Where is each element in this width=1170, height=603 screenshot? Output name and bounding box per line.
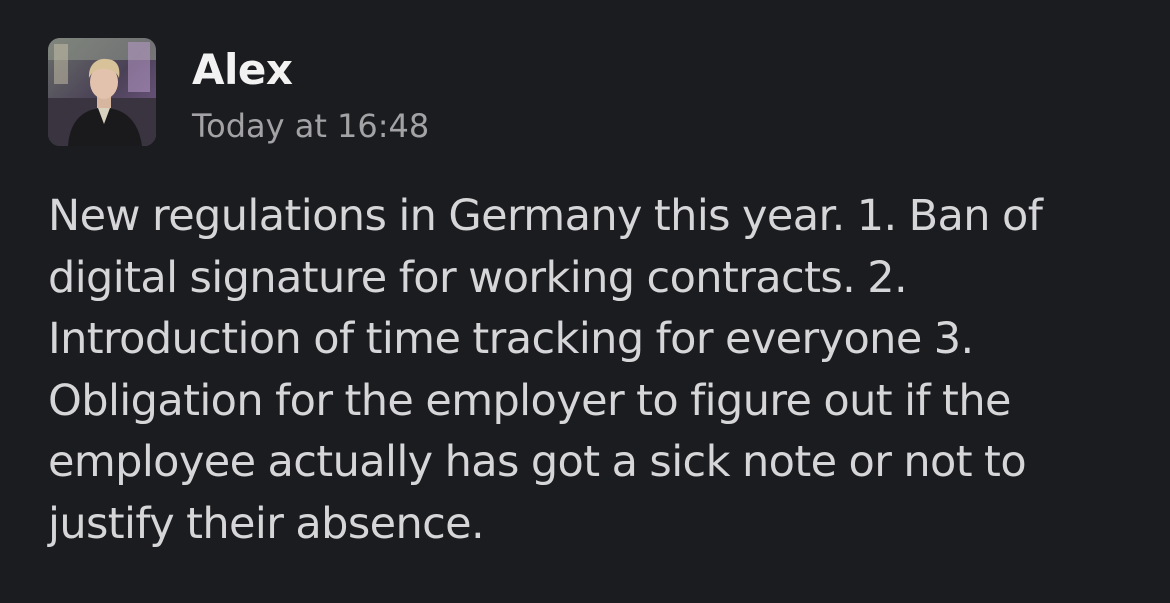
message-timestamp[interactable]: Today at 16:48 xyxy=(192,106,429,146)
message: Alex Today at 16:48 New regulations in G… xyxy=(0,0,1170,603)
avatar[interactable] xyxy=(48,38,156,146)
sender-name[interactable]: Alex xyxy=(192,44,293,96)
user-photo-avatar-icon xyxy=(48,38,156,146)
message-text: New regulations in Germany this year. 1.… xyxy=(48,191,1043,549)
